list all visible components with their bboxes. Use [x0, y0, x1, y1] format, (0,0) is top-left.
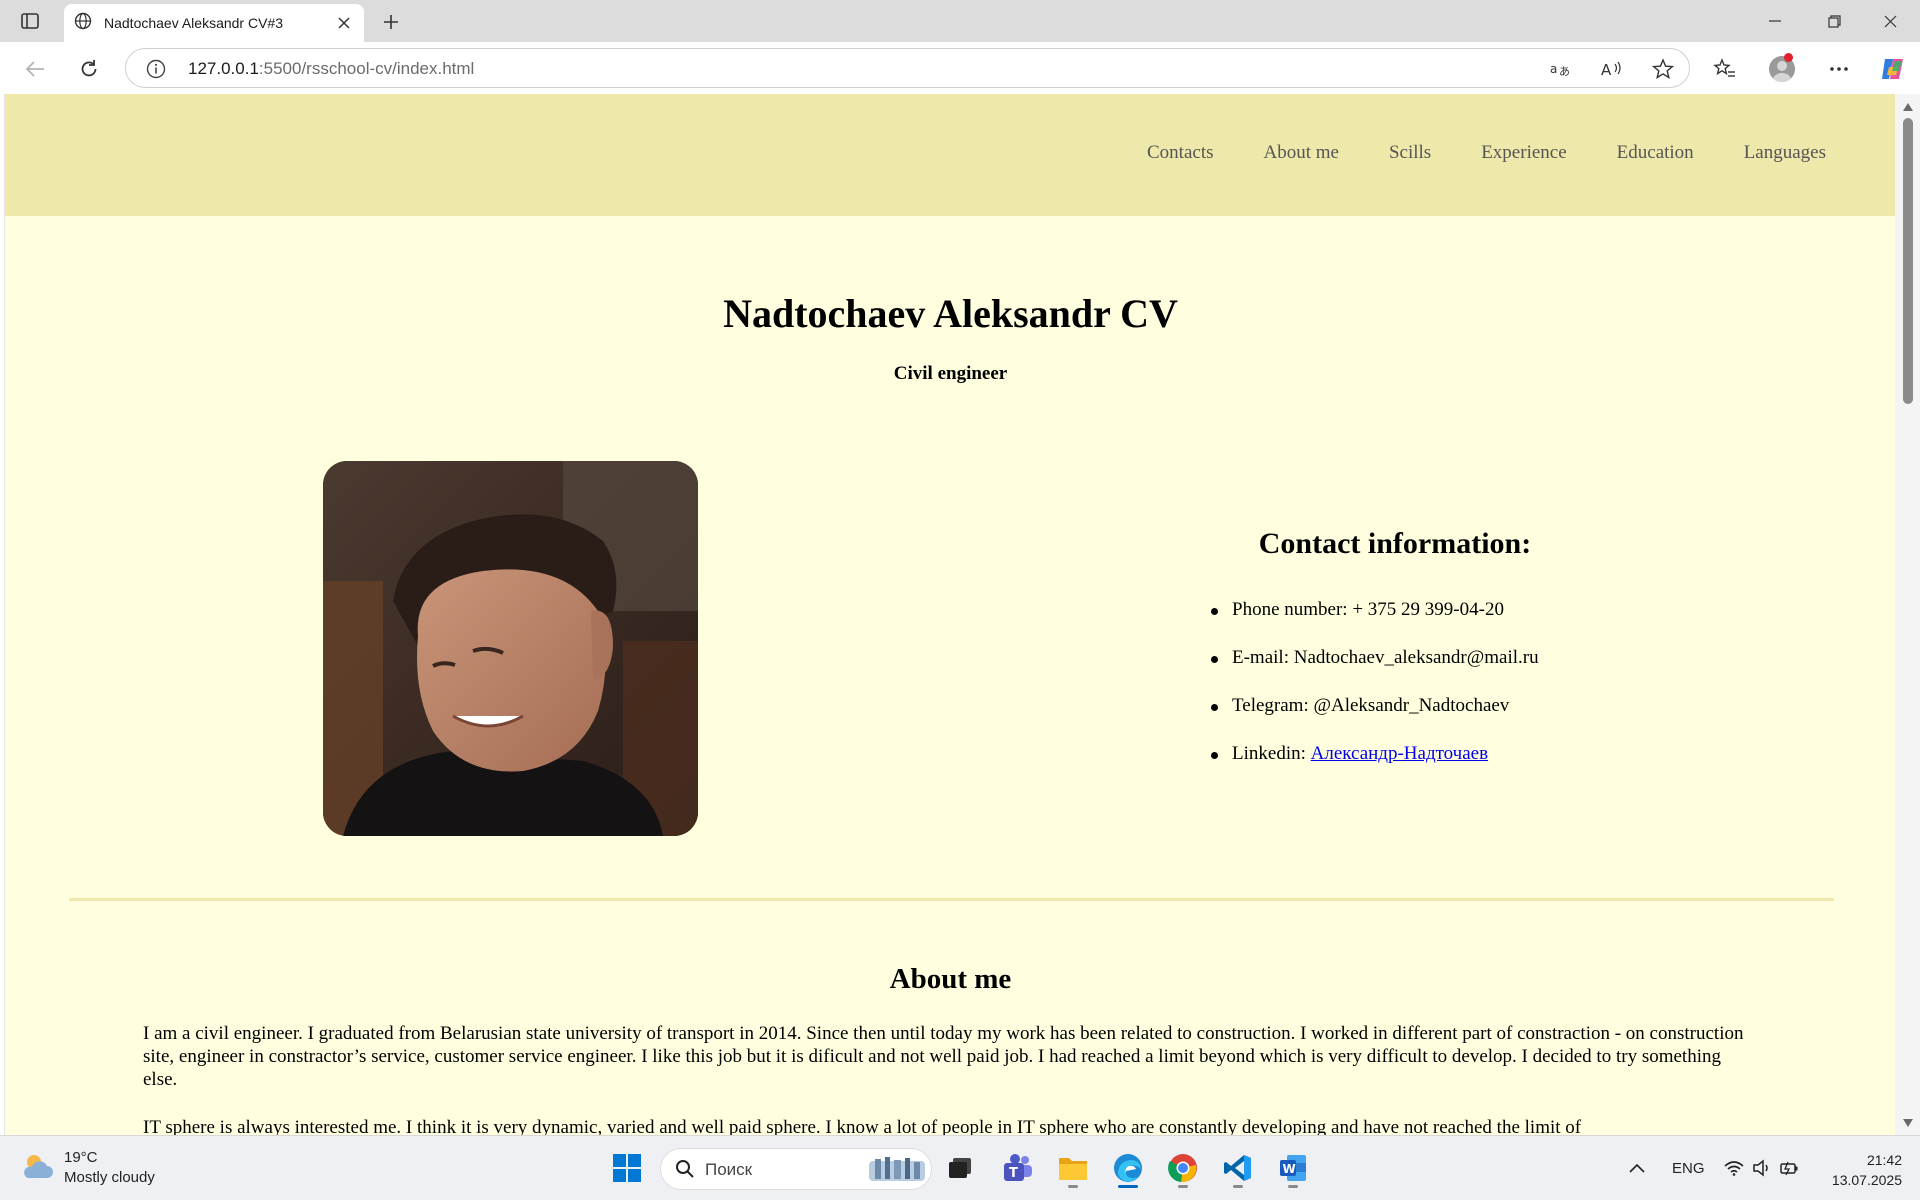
browser-toolbar: 127.0.0.1:5500/rsschool-cv/index.html aあ… [0, 42, 1920, 94]
word-icon[interactable]: W [1271, 1146, 1315, 1190]
contact-email: E-mail: Nadtochaev_aleksandr@mail.ru [1211, 647, 1539, 695]
tab-actions-icon[interactable] [14, 8, 46, 34]
section-divider [69, 898, 1834, 901]
page-subtitle: Civil engineer [893, 363, 1008, 384]
new-tab-icon[interactable] [376, 8, 406, 36]
clock-time: 21:42 [1866, 1152, 1902, 1168]
scroll-down-icon[interactable] [1901, 1116, 1915, 1130]
language-indicator[interactable]: ENG [1672, 1160, 1705, 1177]
profile-avatar[interactable] [1765, 52, 1799, 86]
favorites-icon[interactable] [1708, 52, 1742, 86]
system-clock[interactable]: 21:42 13.07.2025 [1832, 1150, 1902, 1190]
search-highlight-icon [867, 1155, 927, 1190]
svg-text:T: T [1009, 1166, 1018, 1181]
restore-icon[interactable] [1804, 0, 1864, 42]
search-placeholder: Поиск [705, 1160, 753, 1179]
cloud-icon [20, 1152, 54, 1185]
contact-heading: Contact information: [1258, 527, 1532, 560]
task-view-icon[interactable] [938, 1146, 982, 1190]
linkedin-label: Linkedin: [1232, 743, 1311, 764]
contact-linkedin: Linkedin: Александр-Надточаев [1211, 743, 1539, 791]
weather-temp: 19°C [64, 1149, 98, 1166]
about-paragraph-1: I am a civil engineer. I graduated from … [143, 1023, 1744, 1090]
taskbar-search[interactable]: Поиск [660, 1148, 932, 1190]
nav-link-contacts[interactable]: Contacts [1147, 142, 1214, 164]
page-scrollbar[interactable] [1895, 94, 1920, 1135]
windows-taskbar: 19°C Mostly cloudy Поиск T W ENG 21:42 1… [0, 1135, 1920, 1200]
running-indicator-active [1118, 1185, 1138, 1188]
scroll-up-icon[interactable] [1901, 100, 1915, 114]
clock-date: 13.07.2025 [1831, 1172, 1902, 1188]
back-arrow-icon[interactable] [18, 52, 52, 86]
tab-title: Nadtochaev Aleksandr CV#3 [104, 15, 283, 31]
favorite-star-icon[interactable] [1649, 56, 1677, 82]
tray-overflow-icon[interactable] [1615, 1146, 1659, 1190]
page-title: Nadtochaev Aleksandr CV [723, 291, 1178, 336]
battery-icon[interactable] [1768, 1146, 1812, 1190]
site-info-icon[interactable] [144, 57, 168, 81]
browser-tab-active[interactable]: Nadtochaev Aleksandr CV#3 [64, 4, 364, 42]
about-paragraph-2: IT sphere is always interested me. I thi… [143, 1117, 1582, 1135]
contact-phone: Phone number: + 375 29 399-04-20 [1211, 599, 1539, 647]
translate-icon[interactable]: aあ [1547, 56, 1575, 82]
copilot-icon[interactable] [1876, 52, 1910, 86]
chrome-icon[interactable] [1161, 1146, 1205, 1190]
svg-text:A: A [1601, 61, 1612, 78]
weather-widget[interactable]: 19°C Mostly cloudy [20, 1148, 155, 1188]
teams-icon[interactable]: T [996, 1146, 1040, 1190]
about-heading: About me [889, 963, 1012, 995]
read-aloud-icon[interactable]: A [1597, 56, 1625, 82]
profile-photo [323, 461, 698, 836]
running-indicator [1288, 1185, 1298, 1188]
scrollbar-thumb[interactable] [1903, 118, 1913, 404]
address-bar[interactable]: 127.0.0.1:5500/rsschool-cv/index.html aあ… [125, 48, 1690, 88]
nav-link-experience[interactable]: Experience [1481, 142, 1566, 164]
site-header: Contacts About me Scills Experience Educ… [5, 94, 1895, 216]
url-text[interactable]: 127.0.0.1:5500/rsschool-cv/index.html [188, 59, 474, 79]
weather-desc: Mostly cloudy [64, 1169, 155, 1186]
svg-text:あ: あ [1559, 65, 1570, 78]
contact-telegram: Telegram: @Aleksandr_Nadtochaev [1211, 695, 1539, 743]
nav-link-about-me[interactable]: About me [1264, 142, 1339, 164]
vscode-icon[interactable] [1216, 1146, 1260, 1190]
minimize-icon[interactable] [1745, 0, 1805, 42]
running-indicator [1178, 1185, 1188, 1188]
page-viewport: Contacts About me Scills Experience Educ… [4, 94, 1895, 1135]
close-window-icon[interactable] [1860, 0, 1920, 42]
nav-link-education[interactable]: Education [1617, 142, 1694, 164]
search-icon [675, 1159, 695, 1184]
svg-text:a: a [1550, 62, 1557, 76]
nav-link-scills[interactable]: Scills [1389, 142, 1431, 164]
close-tab-icon[interactable] [330, 9, 358, 37]
running-indicator [1068, 1185, 1078, 1188]
start-button[interactable] [605, 1146, 649, 1190]
file-explorer-icon[interactable] [1051, 1146, 1095, 1190]
edge-icon[interactable] [1106, 1146, 1150, 1190]
url-path: :5500/rsschool-cv/index.html [258, 59, 475, 78]
linkedin-link[interactable]: Александр-Надточаев [1311, 743, 1488, 764]
browser-tab-bar: Nadtochaev Aleksandr CV#3 [0, 0, 1920, 42]
more-options-icon[interactable] [1822, 52, 1856, 86]
notification-dot [1784, 53, 1793, 62]
nav-link-languages[interactable]: Languages [1744, 142, 1826, 164]
globe-icon [74, 12, 92, 35]
reload-icon[interactable] [72, 52, 106, 86]
site-nav: Contacts About me Scills Experience Educ… [1097, 142, 1826, 164]
running-indicator [1233, 1185, 1243, 1188]
contact-list: Phone number: + 375 29 399-04-20 E-mail:… [1211, 599, 1539, 791]
svg-text:W: W [1283, 1162, 1296, 1176]
url-host: 127.0.0.1 [188, 59, 259, 78]
